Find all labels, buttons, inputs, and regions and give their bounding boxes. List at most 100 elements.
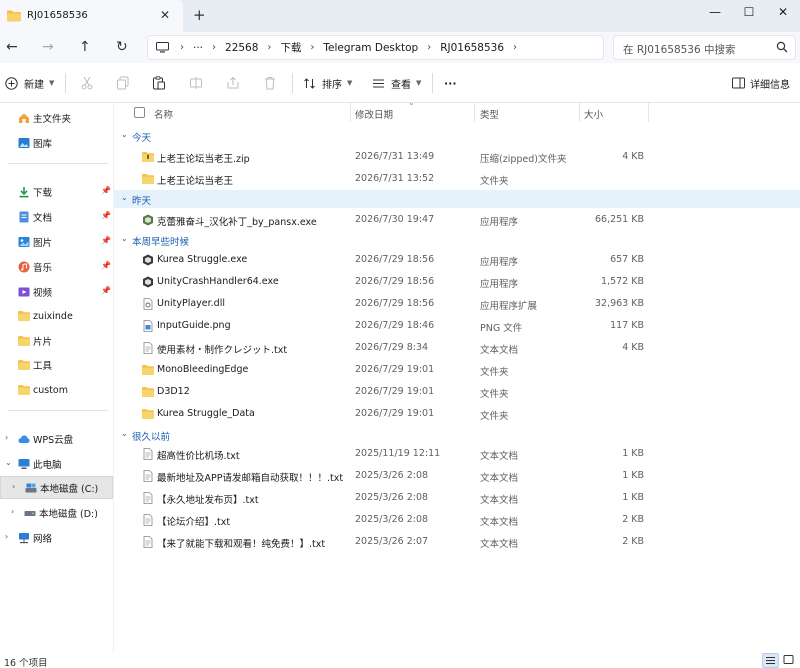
more-options-button[interactable]: ···: [444, 75, 457, 91]
file-row[interactable]: D3D12 2026/7/29 19:01 文件夹: [114, 381, 800, 403]
column-resize-handle[interactable]: [579, 103, 580, 122]
refresh-icon[interactable]: ↻: [116, 39, 128, 55]
sidebar-item-network[interactable]: › 网络: [0, 527, 113, 549]
file-row[interactable]: 使用素材・制作クレジット.txt 2026/7/29 8:34 文本文档 4 K…: [114, 337, 800, 359]
sidebar-item-wps-cloud[interactable]: › WPS云盘: [0, 428, 113, 450]
file-type: 压缩(zipped)文件夹: [480, 154, 567, 165]
file-type: 文本文档: [480, 539, 519, 550]
file-name: MonoBleedingEdge: [157, 364, 249, 375]
file-size: 2 KB: [622, 514, 644, 525]
breadcrumb-item[interactable]: 下载: [280, 40, 301, 55]
sidebar-item-this-pc[interactable]: ⌄ 此电脑: [0, 453, 113, 475]
file-row[interactable]: UnityCrashHandler64.exe 2026/7/29 18:56 …: [114, 271, 800, 293]
group-header-long-ago[interactable]: ⌄ 很久以前: [114, 426, 800, 444]
sidebar-divider: [8, 163, 108, 164]
sidebar-item-zuixinde[interactable]: zuixinde: [0, 305, 113, 327]
file-row[interactable]: 【来了就能下载和观看！纯免费！】.txt 2025/3/26 2:07 文本文档…: [114, 531, 800, 553]
large-icons-view-button[interactable]: [781, 653, 798, 668]
sidebar-item-documents[interactable]: 文档 📌: [0, 206, 113, 228]
chevron-right-icon[interactable]: ›: [12, 482, 15, 491]
breadcrumb-separator-icon[interactable]: ›: [513, 42, 517, 53]
file-row[interactable]: 【论坛介绍】.txt 2025/3/26 2:08 文本文档 2 KB: [114, 509, 800, 531]
sidebar-item-gallery[interactable]: 图库: [0, 132, 113, 154]
sidebar-item-pianpian[interactable]: 片片: [0, 330, 113, 352]
sidebar-item-drive-d[interactable]: › 本地磁盘 (D:): [0, 502, 113, 524]
file-date: 2026/7/31 13:49: [355, 151, 435, 162]
column-resize-handle[interactable]: [474, 103, 475, 122]
file-type: 应用程序扩展: [480, 301, 538, 312]
tab-close-icon[interactable]: ✕: [160, 8, 170, 22]
chevron-down-icon: ▼: [49, 79, 55, 87]
file-row[interactable]: Kurea Struggle_Data 2026/7/29 19:01 文件夹: [114, 403, 800, 425]
cut-icon[interactable]: [80, 76, 94, 90]
breadcrumb-item[interactable]: 22568: [225, 42, 258, 54]
forward-arrow-icon[interactable]: →: [42, 39, 54, 55]
column-header-name[interactable]: 名称: [154, 107, 173, 121]
search-input[interactable]: 在 RJ01658536 中搜索: [613, 35, 796, 60]
sort-button[interactable]: 排序 ▼: [303, 75, 352, 91]
column-header-size[interactable]: 大小: [584, 107, 603, 121]
file-row[interactable]: UnityPlayer.dll 2026/7/29 18:56 应用程序扩展 3…: [114, 293, 800, 315]
sidebar-item-downloads[interactable]: 下载 📌: [0, 181, 113, 203]
select-all-checkbox[interactable]: [134, 107, 145, 118]
up-arrow-icon[interactable]: ↑: [79, 39, 91, 55]
computer-icon[interactable]: [156, 42, 169, 53]
file-date: 2026/7/29 18:56: [355, 276, 435, 287]
copy-icon[interactable]: [116, 76, 130, 90]
file-row[interactable]: 上老王论坛当老王 2026/7/31 13:52 文件夹: [114, 168, 800, 190]
file-row[interactable]: Kurea Struggle.exe 2026/7/29 18:56 应用程序 …: [114, 249, 800, 271]
close-window-button[interactable]: ✕: [768, 2, 798, 22]
column-header-type[interactable]: 类型: [480, 107, 499, 121]
delete-icon[interactable]: [263, 76, 277, 90]
maximize-button[interactable]: ☐: [734, 2, 764, 22]
column-header-date[interactable]: 修改日期: [355, 107, 393, 121]
back-arrow-icon[interactable]: ←: [6, 39, 18, 55]
details-pane-button[interactable]: 详细信息: [732, 75, 790, 91]
file-row[interactable]: 克蕾雅奋斗_汉化补丁_by_pansx.exe 2026/7/30 19:47 …: [114, 209, 800, 231]
app-icon: [143, 214, 153, 226]
new-button[interactable]: 新建 ▼: [5, 75, 54, 91]
sidebar-item-pictures[interactable]: 图片 📌: [0, 231, 113, 253]
column-header-row: 名称 ⌄ 修改日期 类型 大小: [114, 98, 800, 122]
file-row[interactable]: 【永久地址发布页】.txt 2025/3/26 2:08 文本文档 1 KB: [114, 487, 800, 509]
chevron-right-icon[interactable]: ›: [5, 433, 8, 442]
breadcrumb-item[interactable]: Telegram Desktop: [323, 42, 418, 54]
minimize-button[interactable]: —: [700, 2, 730, 22]
tab-current[interactable]: RJ01658536 ✕: [0, 0, 183, 32]
sidebar-item-home[interactable]: 主文件夹: [0, 107, 113, 129]
file-name: 使用素材・制作クレジット.txt: [157, 345, 288, 356]
chevron-down-icon[interactable]: ⌄: [5, 458, 12, 467]
column-resize-handle[interactable]: [648, 103, 649, 122]
breadcrumb-item[interactable]: RJ01658536: [440, 42, 504, 54]
group-header-earlier-this-week[interactable]: ⌄ 本周早些时候: [114, 231, 800, 249]
file-type: 应用程序: [480, 217, 519, 228]
group-header-today[interactable]: ⌄ 今天: [114, 127, 800, 145]
new-tab-button[interactable]: +: [193, 6, 206, 24]
file-row[interactable]: 上老王论坛当老王.zip 2026/7/31 13:49 压缩(zipped)文…: [114, 146, 800, 168]
sidebar-item-custom[interactable]: custom: [0, 379, 113, 401]
breadcrumb-overflow[interactable]: ···: [193, 42, 203, 54]
sidebar-item-tools[interactable]: 工具: [0, 354, 113, 376]
address-bar[interactable]: › ··· › 22568 › 下载 › Telegram Desktop › …: [147, 35, 604, 60]
file-row[interactable]: InputGuide.png 2026/7/29 18:46 PNG 文件 11…: [114, 315, 800, 337]
sidebar-item-drive-c[interactable]: › 本地磁盘 (C:): [0, 476, 113, 499]
file-size: 4 KB: [622, 342, 644, 353]
chevron-right-icon[interactable]: ›: [11, 507, 14, 516]
share-icon[interactable]: [226, 76, 240, 90]
file-row[interactable]: 超高性价比机场.txt 2025/11/19 12:11 文本文档 1 KB: [114, 443, 800, 465]
rename-icon[interactable]: [189, 76, 203, 90]
file-row[interactable]: 最新地址及APP请发邮箱自动获取！！！.txt 2025/3/26 2:08 文…: [114, 465, 800, 487]
column-resize-handle[interactable]: [350, 103, 351, 122]
sidebar-item-label: 下载: [33, 188, 53, 199]
group-header-yesterday[interactable]: ⌄ 昨天: [114, 190, 800, 208]
file-date: 2026/7/29 18:46: [355, 320, 435, 331]
view-button[interactable]: 查看 ▼: [372, 75, 421, 91]
folder-icon: [142, 174, 154, 184]
details-view-button[interactable]: [762, 653, 779, 668]
sidebar-item-music[interactable]: 音乐 📌: [0, 256, 113, 278]
file-row[interactable]: MonoBleedingEdge 2026/7/29 19:01 文件夹: [114, 359, 800, 381]
chevron-right-icon[interactable]: ›: [5, 532, 8, 541]
sidebar-item-label: 主文件夹: [33, 114, 72, 125]
paste-icon[interactable]: [152, 76, 166, 90]
sidebar-item-videos[interactable]: 视频 📌: [0, 281, 113, 303]
